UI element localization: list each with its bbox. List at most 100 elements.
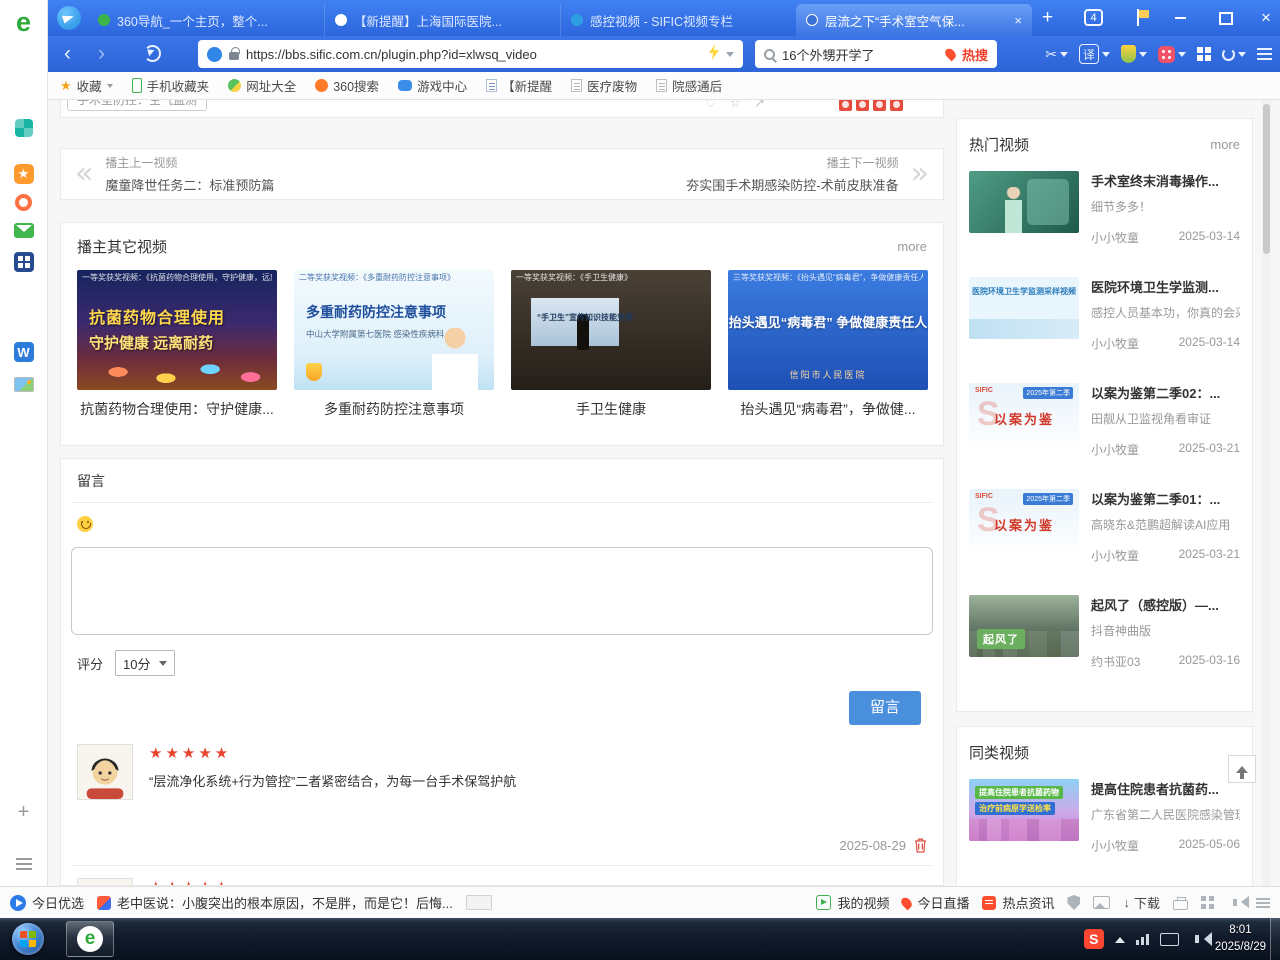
video-thumbnail[interactable]: 二等奖获奖视频：《多重耐药防控注意事项》 多重耐药防控注意事项 中山大学附属第七… (294, 270, 494, 390)
speed-lightning-icon[interactable] (709, 44, 719, 65)
hot-video-item[interactable]: 起风了 起风了（感控版）—... 抖音神曲版 约书亚032025-03-16 (969, 585, 1240, 691)
taskbar-clock[interactable]: 8:01 2025/8/29 (1215, 922, 1266, 955)
tab-sific-videos[interactable]: 感控视频 - SIFIC视频专栏 (560, 4, 796, 36)
video-caption[interactable]: 手卫生健康 (511, 399, 711, 419)
tab-360nav[interactable]: 360导航_一个主页，整个... (88, 4, 324, 36)
rating-select[interactable]: 10分 (115, 650, 175, 676)
speaker-icon[interactable] (1233, 899, 1237, 906)
video-thumbnail[interactable]: 医院环境卫生学监测采样视频 (969, 277, 1079, 339)
volume-icon[interactable] (1195, 935, 1199, 943)
activity-flag-icon[interactable] (1136, 9, 1150, 26)
start-button[interactable] (12, 923, 44, 955)
tray-expand-icon[interactable] (1115, 932, 1125, 943)
share-icon-1[interactable] (839, 100, 852, 111)
bookmark-mobile-favorites[interactable]: 手机收藏夹 (132, 76, 210, 95)
video-thumbnail[interactable]: 起风了 (969, 595, 1079, 657)
hot-video-item[interactable]: 医院环境卫生学监测采样视频 医院环境卫生学监测... 感控人员基本功，你真的会采… (969, 267, 1240, 373)
apps-pink-icon[interactable] (1158, 46, 1186, 63)
address-dropdown-icon[interactable] (726, 52, 734, 61)
forward-button[interactable]: › (98, 42, 105, 66)
next-chevron-icon[interactable]: » (911, 159, 929, 189)
screenshot-icon[interactable] (1093, 896, 1110, 909)
statusbar-menu-icon[interactable] (1256, 898, 1270, 900)
bookmark-360-search[interactable]: 360搜索 (315, 76, 379, 95)
tab-active-laminar-flow[interactable]: 层流之下“手术室空气保... × (796, 4, 1032, 36)
hot-search-label[interactable]: 热搜 (962, 45, 988, 64)
favorites-app-icon[interactable]: ★ (10, 160, 38, 188)
video-thumbnail[interactable]: SIFIC 2025年第二季 以案为鉴 (969, 383, 1079, 445)
media-app-icon[interactable] (10, 188, 38, 216)
video-thumbnail[interactable]: 三等奖获奖视频：《抬头遇见“病毒君”，争做健康责任人》 抬头遇见“病毒君” 争做… (728, 270, 928, 390)
video-caption[interactable]: 抬头遇见“病毒君”，争做健... (728, 399, 928, 419)
next-title[interactable]: 夯实围手术期感染防控-术前皮肤准备 (686, 175, 898, 194)
like-icon[interactable]: ♡ (705, 100, 717, 111)
video-thumbnail[interactable]: 提高住院患者抗菌药物 治疗前病原学送检率 (969, 779, 1079, 841)
author[interactable]: 小小牧童 (1091, 441, 1139, 458)
more-link[interactable]: more (1210, 137, 1240, 152)
scrollbar-thumb[interactable] (1263, 104, 1270, 254)
bookmark-site-directory[interactable]: 网址大全 (228, 76, 296, 95)
new-tab-button[interactable]: + (1042, 7, 1053, 29)
video-thumbnail[interactable] (969, 171, 1079, 233)
daily-picks[interactable]: 今日优选 (10, 893, 84, 912)
nav-home-icon[interactable] (57, 6, 81, 30)
avatar[interactable] (77, 744, 133, 800)
bookmark-favorites[interactable]: ★收藏 (60, 76, 113, 95)
submit-comment-button[interactable]: 留言 (849, 691, 921, 725)
emoji-icon[interactable] (77, 516, 93, 532)
main-menu-icon[interactable] (1257, 48, 1272, 60)
comment-input[interactable] (71, 547, 933, 635)
show-desktop-button[interactable] (1270, 918, 1280, 960)
author[interactable]: 约书亚03 (1091, 653, 1140, 670)
pinwheel-app-icon[interactable] (10, 114, 38, 142)
back-button[interactable]: ‹ (64, 42, 71, 66)
keyboard-icon[interactable] (1160, 933, 1179, 946)
url-text[interactable]: https://bbs.sific.com.cn/plugin.php?id=x… (246, 47, 702, 62)
video-caption[interactable]: 抗菌药物合理使用：守护健康... (77, 399, 277, 419)
close-window-button[interactable]: × (1256, 10, 1276, 26)
video-thumbnail[interactable]: 一等奖获奖视频：《手卫生健康》 “手卫生”宣传知识技能竞赛 (511, 270, 711, 390)
more-link[interactable]: more (897, 239, 927, 254)
share-icon-4[interactable] (890, 100, 903, 111)
network-icon[interactable] (1136, 934, 1149, 945)
hot-video-item[interactable]: SIFIC 2025年第二季 以案为鉴 以案为鉴第二季02：... 田靓从卫监视… (969, 373, 1240, 479)
browser-logo-icon[interactable]: e (10, 8, 38, 36)
prev-title[interactable]: 魔童降世任务二：标准预防篇 (105, 175, 274, 194)
address-bar[interactable]: https://bbs.sific.com.cn/plugin.php?id=x… (198, 40, 743, 68)
apps-grid-icon[interactable] (1201, 896, 1214, 909)
refresh-button[interactable] (144, 45, 161, 62)
translate-icon[interactable]: 译 (1079, 44, 1110, 64)
tab-hospital[interactable]: 【新提醒】上海国际医院... (324, 4, 560, 36)
bookmark-game-center[interactable]: 游戏中心 (398, 76, 467, 95)
video-caption[interactable]: 多重耐药防控注意事项 (294, 399, 494, 419)
screenshot-scissors-icon[interactable]: ✂ (1045, 46, 1068, 63)
search-box[interactable]: 16个外甥开学了 热搜 (755, 40, 997, 68)
tab-count-badge[interactable]: 4 (1084, 9, 1103, 26)
forward-share-icon[interactable]: ↗ (754, 100, 765, 111)
search-input[interactable]: 16个外甥开学了 (782, 45, 939, 64)
author[interactable]: 小小牧童 (1091, 837, 1139, 854)
prev-chevron-icon[interactable]: « (75, 159, 93, 189)
print-icon[interactable] (1173, 900, 1188, 910)
video-card[interactable]: 一等奖获奖视频：《抗菌药物合理使用，守护健康，远离耐药》 抗菌药物合理使用 守护… (77, 270, 277, 419)
hot-video-item[interactable]: SIFIC 2025年第二季 以案为鉴 以案为鉴第二季01：... 高晓东&范鹏… (969, 479, 1240, 585)
safety-shield-icon[interactable] (1121, 45, 1147, 63)
delete-comment-icon[interactable] (914, 838, 927, 853)
bookmark-medical-waste[interactable]: 医疗废物 (571, 76, 637, 95)
extensions-grid-icon[interactable] (1197, 47, 1211, 61)
video-thumbnail[interactable]: 一等奖获奖视频：《抗菌药物合理使用，守护健康，远离耐药》 抗菌药物合理使用 守护… (77, 270, 277, 390)
word-doc-icon[interactable]: W (10, 338, 38, 366)
bookmark-reminder[interactable]: 【新提醒 (486, 76, 552, 95)
video-tag-chip[interactable]: 手术室防控：空气监测 (67, 100, 207, 111)
video-card[interactable]: 二等奖获奖视频：《多重耐药防控注意事项》 多重耐药防控注意事项 中山大学附属第七… (294, 270, 494, 419)
related-video-item[interactable]: 提高住院患者抗菌药物 治疗前病原学送检率 提高住院患者抗菌药... 广东省第二人… (969, 769, 1240, 875)
tab-close-icon[interactable]: × (1014, 13, 1022, 28)
video-thumbnail[interactable]: SIFIC 2025年第二季 以案为鉴 (969, 489, 1079, 551)
avatar[interactable] (77, 878, 133, 886)
hot-news[interactable]: 热点资讯 (982, 893, 1054, 912)
maximize-button[interactable] (1216, 10, 1236, 26)
photo-app-icon[interactable] (10, 370, 38, 398)
security-shield-icon[interactable] (1067, 895, 1080, 910)
mail-icon[interactable] (10, 216, 38, 244)
bookmark-yuangantong[interactable]: 院感通后 (656, 76, 722, 95)
